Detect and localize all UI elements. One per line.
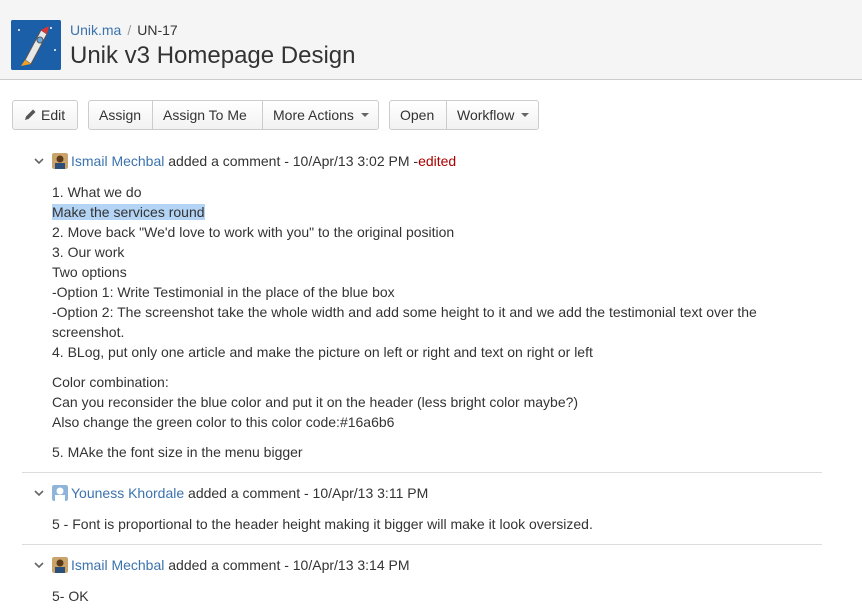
breadcrumb-project-link[interactable]: Unik.ma bbox=[70, 22, 121, 38]
user-avatar bbox=[52, 153, 68, 169]
issue-header: Unik.ma / UN-17 Unik v3 Homepage Design bbox=[0, 0, 862, 80]
workflow-label: Workflow bbox=[457, 107, 515, 123]
comment-line: 2. Move back "We'd love to work with you… bbox=[52, 224, 455, 240]
comment-line: Two options bbox=[52, 264, 127, 280]
chevron-down-icon[interactable] bbox=[34, 560, 44, 570]
comment-line: 5. MAke the font size in the menu bigger bbox=[52, 444, 303, 460]
user-avatar bbox=[52, 485, 68, 501]
comment-body: 5- OK bbox=[52, 586, 812, 606]
edited-link[interactable]: edited bbox=[418, 153, 456, 169]
open-button[interactable]: Open bbox=[390, 101, 446, 129]
comment-line: 5 - Font is proportional to the header h… bbox=[52, 516, 593, 532]
pencil-icon bbox=[25, 109, 36, 120]
comment-line: 3. Our work bbox=[52, 244, 125, 260]
edit-button[interactable]: Edit bbox=[13, 101, 75, 129]
more-actions-button[interactable]: More Actions bbox=[262, 101, 378, 129]
comment-divider bbox=[22, 472, 822, 473]
comment-author-link[interactable]: Ismail Mechbal bbox=[71, 153, 164, 169]
comment-line: 5- OK bbox=[52, 588, 89, 604]
project-avatar[interactable] bbox=[11, 20, 61, 70]
workflow-button[interactable]: Workflow bbox=[446, 101, 538, 129]
assign-button[interactable]: Assign bbox=[89, 101, 152, 129]
breadcrumb-separator: / bbox=[127, 22, 132, 38]
comment-header: Youness Khordale added a comment - 10/Ap… bbox=[34, 484, 428, 502]
edit-label: Edit bbox=[41, 107, 66, 123]
comment-author-link[interactable]: Ismail Mechbal bbox=[71, 557, 164, 573]
comment-header: Ismail Mechbal added a comment - 10/Apr/… bbox=[34, 556, 410, 574]
breadcrumb: Unik.ma / UN-17 bbox=[70, 22, 178, 38]
chevron-down-icon[interactable] bbox=[34, 156, 44, 166]
comment-line: 4. BLog, put only one article and make t… bbox=[52, 344, 593, 360]
comment-meta: added a comment - 10/Apr/13 3:02 PM - bbox=[168, 153, 419, 169]
comment-divider bbox=[22, 544, 822, 545]
comment-meta: added a comment - 10/Apr/13 3:11 PM bbox=[188, 485, 429, 501]
comment-line: Color combination: bbox=[52, 374, 169, 390]
comment-line: Can you reconsider the blue color and pu… bbox=[52, 394, 579, 410]
comment-line: -Option 1: Write Testimonial in the plac… bbox=[52, 284, 395, 300]
comment-author-link[interactable]: Youness Khordale bbox=[71, 485, 184, 501]
user-avatar bbox=[52, 557, 68, 573]
rocket-icon bbox=[11, 20, 61, 70]
comment-line-highlighted: Make the services round bbox=[52, 204, 205, 220]
comment-body: 5 - Font is proportional to the header h… bbox=[52, 514, 812, 534]
assign-actions-group: Assign Assign To Me More Actions bbox=[88, 100, 379, 130]
edit-group: Edit bbox=[12, 100, 78, 130]
comment-meta: added a comment - 10/Apr/13 3:14 PM bbox=[168, 557, 410, 573]
page-title: Unik v3 Homepage Design bbox=[70, 42, 356, 69]
workflow-group: Open Workflow bbox=[389, 100, 539, 130]
comment-body: 1. What we do Make the services round 2.… bbox=[52, 182, 812, 462]
comment-header: Ismail Mechbal added a comment - 10/Apr/… bbox=[34, 152, 456, 170]
assign-to-me-button[interactable]: Assign To Me bbox=[152, 101, 262, 129]
comment-line: 1. What we do bbox=[52, 184, 142, 200]
breadcrumb-issue-key[interactable]: UN-17 bbox=[137, 22, 177, 38]
chevron-down-icon bbox=[360, 113, 369, 117]
chevron-down-icon bbox=[521, 113, 530, 117]
comment-line: -Option 2: The screenshot take the whole… bbox=[52, 304, 757, 340]
more-actions-label: More Actions bbox=[273, 107, 354, 123]
comment-line: Also change the green color to this colo… bbox=[52, 414, 395, 430]
chevron-down-icon[interactable] bbox=[34, 488, 44, 498]
